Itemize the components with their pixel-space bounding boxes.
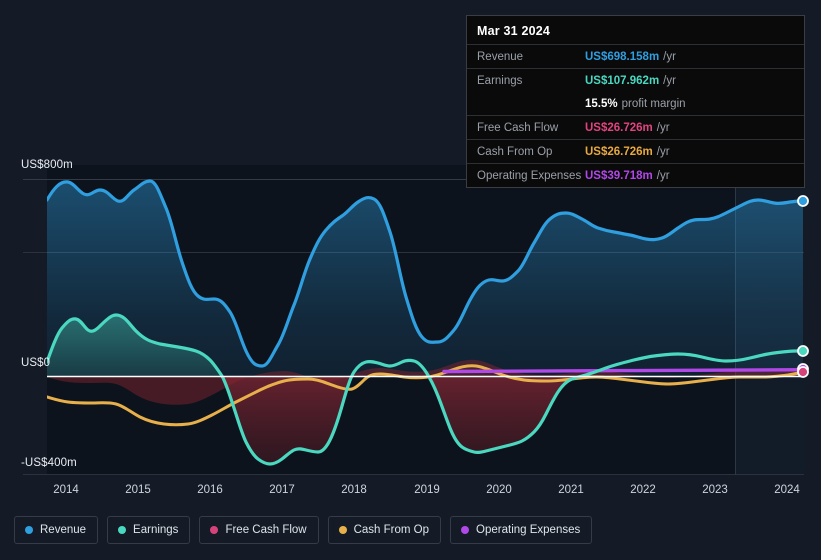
tooltip-label-revenue: Revenue <box>477 50 524 63</box>
x-axis-label-2015: 2015 <box>125 484 151 496</box>
tooltip-row-profit-margin: 15.5% profit margin <box>467 92 804 115</box>
tooltip-unit-earnings: /yr <box>663 74 676 87</box>
free-cash-flow-endpoint-marker[interactable] <box>797 366 809 378</box>
tooltip-unit-cash-from-op: /yr <box>656 145 670 158</box>
legend-label-free-cash-flow: Free Cash Flow <box>225 524 307 536</box>
chart-tooltip: Mar 31 2024 Revenue US$698.158m /yr Earn… <box>466 15 805 188</box>
tooltip-row-cash-from-op: Cash From Op US$26.726m /yr <box>467 139 804 163</box>
legend-item-free-cash-flow[interactable]: Free Cash Flow <box>199 516 319 544</box>
tooltip-row-operating-expenses: Operating Expenses US$39.718m /yr <box>467 163 804 187</box>
tooltip-value-free-cash-flow: US$26.726m <box>585 121 653 134</box>
y-axis-label-neg400m: -US$400m <box>21 457 77 469</box>
tooltip-label-earnings: Earnings <box>477 74 523 87</box>
legend-dot-operating-expenses-icon <box>461 526 470 534</box>
x-axis-label-2016: 2016 <box>197 484 223 496</box>
tooltip-value-profit-margin: 15.5% <box>585 97 618 110</box>
tooltip-date: Mar 31 2024 <box>477 24 551 38</box>
y-axis-label-800m: US$800m <box>21 159 73 171</box>
legend-label-revenue: Revenue <box>40 524 87 536</box>
tooltip-value-cash-from-op: US$26.726m <box>585 145 653 158</box>
x-axis-label-2023: 2023 <box>702 484 728 496</box>
x-axis-label-2020: 2020 <box>486 484 512 496</box>
tooltip-unit-revenue: /yr <box>663 50 676 63</box>
x-axis-label-2022: 2022 <box>630 484 656 496</box>
tooltip-row-earnings: Earnings US$107.962m /yr <box>467 68 804 92</box>
tooltip-row-free-cash-flow: Free Cash Flow US$26.726m /yr <box>467 115 804 139</box>
tooltip-value-revenue: US$698.158m <box>585 50 660 63</box>
financial-chart-page: US$800m US$0 -US$400m 2014 2015 2016 201… <box>0 0 821 560</box>
x-axis-label-2017: 2017 <box>269 484 295 496</box>
legend-dot-free-cash-flow-icon <box>210 526 219 534</box>
tooltip-label-cash-from-op: Cash From Op <box>477 145 553 158</box>
legend-item-operating-expenses[interactable]: Operating Expenses <box>450 516 593 544</box>
x-axis-label-2021: 2021 <box>558 484 584 496</box>
x-axis-label-2018: 2018 <box>341 484 367 496</box>
earnings-endpoint-marker[interactable] <box>797 345 809 357</box>
x-axis-label-2019: 2019 <box>414 484 440 496</box>
legend-dot-cash-from-op-icon <box>338 526 347 534</box>
legend-item-cash-from-op[interactable]: Cash From Op <box>327 516 442 544</box>
legend-dot-revenue-icon <box>25 526 33 534</box>
tooltip-row-revenue: Revenue US$698.158m /yr <box>467 44 804 68</box>
legend-item-earnings[interactable]: Earnings <box>107 516 191 544</box>
legend-item-revenue[interactable]: Revenue <box>14 516 99 544</box>
chart-legend: Revenue Earnings Free Cash Flow Cash Fro… <box>14 516 593 544</box>
x-axis-label-2014: 2014 <box>53 484 79 496</box>
tooltip-unit-free-cash-flow: /yr <box>656 121 670 134</box>
legend-label-cash-from-op: Cash From Op <box>353 524 430 536</box>
tooltip-value-operating-expenses: US$39.718m <box>585 169 653 182</box>
y-axis-label-zero: US$0 <box>21 357 51 369</box>
legend-label-operating-expenses: Operating Expenses <box>476 524 581 536</box>
legend-dot-earnings-icon <box>118 526 127 534</box>
tooltip-value-earnings: US$107.962m <box>585 74 660 87</box>
revenue-endpoint-marker[interactable] <box>797 195 809 207</box>
tooltip-unit-operating-expenses: /yr <box>656 169 670 182</box>
operating-expenses-line <box>442 368 804 374</box>
legend-label-earnings: Earnings <box>133 524 179 536</box>
tooltip-text-profit-margin: profit margin <box>621 97 686 110</box>
tooltip-label-operating-expenses: Operating Expenses <box>477 169 582 182</box>
x-axis-label-2024: 2024 <box>774 484 800 496</box>
tooltip-label-free-cash-flow: Free Cash Flow <box>477 121 559 134</box>
